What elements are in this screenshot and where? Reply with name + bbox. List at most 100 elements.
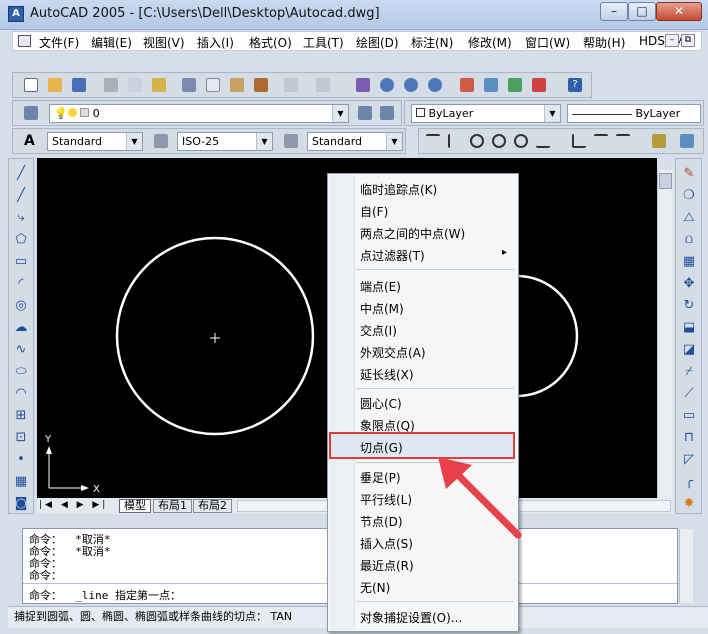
- arc-icon[interactable]: ◜: [12, 275, 30, 293]
- maximize-button[interactable]: □: [628, 2, 656, 21]
- menu-item-parallel[interactable]: 平行线(L): [360, 491, 412, 508]
- menu-item-tangent[interactable]: 切点(G): [360, 439, 403, 456]
- tab-navigation-arrows[interactable]: |◀ ◀ ▶ ▶|: [39, 500, 108, 510]
- doc-minimize-icon[interactable]: –: [665, 34, 679, 47]
- markup-icon[interactable]: [529, 75, 549, 95]
- color-dropdown[interactable]: ByLayer ▼: [411, 104, 561, 123]
- menu-file[interactable]: 文件(F): [39, 34, 79, 51]
- ellipse-arc-icon[interactable]: ◠: [12, 385, 30, 403]
- rectangle-icon[interactable]: ▭: [12, 253, 30, 271]
- point-icon[interactable]: •: [12, 451, 30, 469]
- copy-icon[interactable]: [203, 75, 223, 95]
- quick-dimension-icon[interactable]: [569, 131, 589, 151]
- design-center-icon[interactable]: [481, 75, 501, 95]
- menu-item-insertion[interactable]: 插入点(S): [360, 535, 413, 552]
- aligned-dimension-icon[interactable]: [445, 131, 465, 151]
- line-icon[interactable]: ╱: [12, 165, 30, 183]
- command-prompt[interactable]: 命令： _line 指定第一点：: [29, 587, 181, 603]
- polygon-icon[interactable]: ⬠: [12, 231, 30, 249]
- chevron-down-icon[interactable]: ▼: [332, 105, 348, 122]
- menu-item-temp-track[interactable]: 临时追踪点(K): [360, 181, 437, 198]
- explode-icon[interactable]: ✸: [680, 495, 698, 513]
- chevron-down-icon[interactable]: ▼: [544, 105, 560, 122]
- copy-object-icon[interactable]: ❍: [680, 187, 698, 205]
- insert-block-icon[interactable]: ⊞: [12, 407, 30, 425]
- offset-icon[interactable]: ⩍: [680, 231, 698, 249]
- ellipse-icon[interactable]: ⬭: [12, 363, 30, 381]
- paste-icon[interactable]: [227, 75, 247, 95]
- menu-view[interactable]: 视图(V): [143, 34, 185, 51]
- menu-edit[interactable]: 编辑(E): [91, 34, 132, 51]
- move-icon[interactable]: ✥: [680, 275, 698, 293]
- document-icon[interactable]: [18, 35, 31, 47]
- doc-restore-icon[interactable]: ⧉: [681, 34, 695, 47]
- text-style-icon[interactable]: A: [21, 131, 41, 151]
- tab-layout2[interactable]: 布局2: [193, 499, 232, 513]
- save-icon[interactable]: [69, 75, 89, 95]
- table-style-icon[interactable]: [281, 131, 301, 151]
- close-button[interactable]: ✕: [656, 2, 702, 21]
- region-icon[interactable]: ◙: [12, 495, 30, 513]
- help-icon[interactable]: ?: [565, 75, 585, 95]
- command-scrollbar[interactable]: [679, 529, 693, 603]
- menu-draw[interactable]: 绘图(D): [356, 34, 399, 51]
- menu-help[interactable]: 帮助(H): [583, 34, 625, 51]
- menu-item-point-filters[interactable]: 点过滤器(T): [360, 247, 425, 264]
- linetype-dropdown[interactable]: ByLayer: [567, 104, 701, 123]
- menu-item-apparent-intersection[interactable]: 外观交点(A): [360, 344, 426, 361]
- vertical-scrollbar[interactable]: [657, 170, 673, 498]
- linear-dimension-icon[interactable]: [423, 131, 443, 151]
- make-current-layer-icon[interactable]: [355, 103, 375, 123]
- menu-item-extension[interactable]: 延长线(X): [360, 366, 414, 383]
- spline-icon[interactable]: ∿: [12, 341, 30, 359]
- radius-dimension-icon[interactable]: [489, 131, 509, 151]
- scale-icon[interactable]: ⬓: [680, 319, 698, 337]
- print-preview-icon[interactable]: [125, 75, 145, 95]
- pan-icon[interactable]: [353, 75, 373, 95]
- publish-icon[interactable]: [149, 75, 169, 95]
- extend-icon[interactable]: ⟋: [680, 385, 698, 403]
- menu-item-from[interactable]: 自(F): [360, 203, 388, 220]
- chevron-down-icon[interactable]: ▼: [126, 133, 142, 150]
- menu-item-node[interactable]: 节点(D): [360, 513, 403, 530]
- layer-previous-icon[interactable]: [377, 103, 397, 123]
- hatch-icon[interactable]: ▦: [12, 473, 30, 491]
- rotate-icon[interactable]: ↻: [680, 297, 698, 315]
- menu-item-nearest[interactable]: 最近点(R): [360, 557, 414, 574]
- zoom-realtime-icon[interactable]: [377, 75, 397, 95]
- menu-tools[interactable]: 工具(T): [303, 34, 344, 51]
- menu-item-center[interactable]: 圆心(C): [360, 395, 402, 412]
- menu-modify[interactable]: 修改(M): [468, 34, 512, 51]
- break-at-point-icon[interactable]: ▭: [680, 407, 698, 425]
- revision-cloud-icon[interactable]: ☁: [12, 319, 30, 337]
- print-icon[interactable]: [101, 75, 121, 95]
- break-icon[interactable]: ⊓: [680, 429, 698, 447]
- scroll-thumb[interactable]: [659, 173, 672, 189]
- table-style-dropdown[interactable]: Standard ▼: [307, 132, 403, 151]
- array-icon[interactable]: ▦: [680, 253, 698, 271]
- menu-item-endpoint[interactable]: 端点(E): [360, 278, 401, 295]
- tool-palettes-icon[interactable]: [505, 75, 525, 95]
- polyline-icon[interactable]: ⤷: [12, 209, 30, 227]
- fillet-icon[interactable]: ╭: [680, 473, 698, 491]
- menu-window[interactable]: 窗口(W): [525, 34, 570, 51]
- cut-icon[interactable]: [179, 75, 199, 95]
- layer-dropdown[interactable]: 💡 0 ▼: [49, 104, 349, 123]
- mirror-icon[interactable]: ⧍: [680, 209, 698, 227]
- make-block-icon[interactable]: ⊡: [12, 429, 30, 447]
- dimension-edit-icon[interactable]: [649, 131, 669, 151]
- zoom-window-icon[interactable]: [401, 75, 421, 95]
- menu-item-osnap-settings[interactable]: 对象捕捉设置(O)...: [360, 609, 462, 626]
- autocad-app-icon[interactable]: A: [8, 6, 24, 22]
- dim-style-icon[interactable]: [151, 131, 171, 151]
- match-properties-icon[interactable]: [251, 75, 271, 95]
- undo-icon[interactable]: [281, 75, 301, 95]
- dimension-update-icon[interactable]: [677, 131, 697, 151]
- menu-item-intersection[interactable]: 交点(I): [360, 322, 397, 339]
- chevron-down-icon[interactable]: ▼: [386, 133, 402, 150]
- menu-item-midpoint[interactable]: 中点(M): [360, 300, 404, 317]
- properties-icon[interactable]: [457, 75, 477, 95]
- zoom-previous-icon[interactable]: [425, 75, 445, 95]
- menu-item-perpendicular[interactable]: 垂足(P): [360, 469, 401, 486]
- chamfer-icon[interactable]: ◸: [680, 451, 698, 469]
